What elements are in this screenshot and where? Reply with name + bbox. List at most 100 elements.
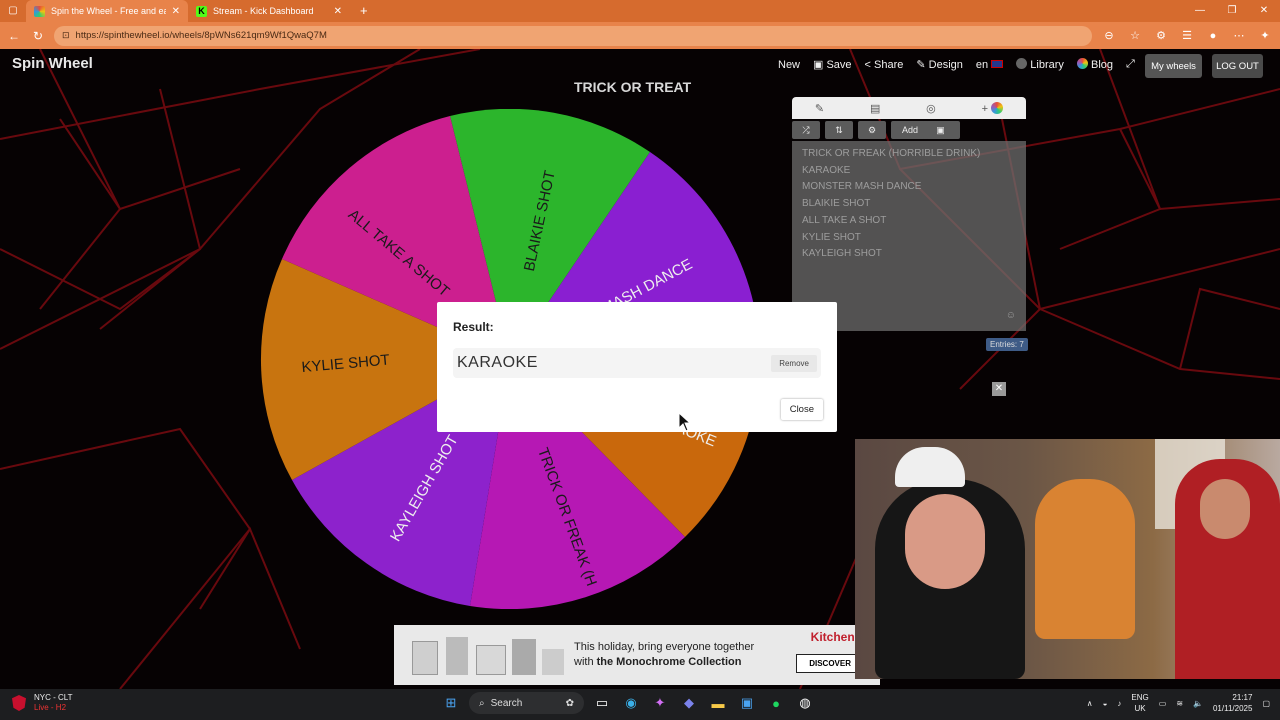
new-tab-button[interactable]: + <box>350 0 378 22</box>
tab-actions-icon[interactable]: ▢ <box>0 0 26 22</box>
clock[interactable]: 21:17 01/11/2025 <box>1213 692 1252 714</box>
tab-kick-dashboard[interactable]: K Stream - Kick Dashboard ✕ <box>188 0 350 22</box>
pencil-tab-icon[interactable]: ✎ <box>815 102 824 115</box>
ad-line2-bold: the Monochrome Collection <box>596 656 742 668</box>
image-icon: ▣ <box>926 121 955 139</box>
site-logo[interactable]: Spin Wheel <box>12 55 93 72</box>
language-indicator[interactable]: ENG UK <box>1131 692 1148 714</box>
result-value: KARAOKE <box>457 354 538 371</box>
url-field[interactable]: ⊡ https://spinthewheel.io/wheels/8pWNs62… <box>54 25 1092 46</box>
profile-avatar-icon[interactable]: ● <box>1204 30 1222 42</box>
my-wheels-button[interactable]: My wheels <box>1145 54 1202 78</box>
taskbar-search[interactable]: ⌕ Search ✿ <box>469 692 584 714</box>
nav-share[interactable]: < Share <box>865 59 904 71</box>
ad-banner[interactable]: This holiday, bring everyone together wi… <box>394 625 880 685</box>
display-icon[interactable]: ▭ <box>1159 698 1167 709</box>
file-explorer-icon[interactable]: ▬ <box>707 692 729 714</box>
url-text: https://spinthewheel.io/wheels/8pWNs621q… <box>75 30 327 41</box>
add-tab-icon[interactable]: + <box>982 101 1004 115</box>
nav-design[interactable]: ✎ Design <box>916 58 963 71</box>
shuffle-icon[interactable]: ⤮ <box>792 121 820 139</box>
globe-icon <box>1016 58 1028 69</box>
browser-tab-bar: ▢ Spin the Wheel - Free and easy-t ✕ K S… <box>0 0 1280 22</box>
entry-line: KYLIE SHOT <box>802 231 861 243</box>
clock-date: 01/11/2025 <box>1212 704 1253 713</box>
entries-editor: ✎ ▤ ◎ + ⤮ ⇅ ⚙ Add ▣ TRICK OR FREAK (HORR… <box>792 97 1026 331</box>
clipboard-tab-icon[interactable]: ▤ <box>870 102 880 115</box>
spinwheel-favicon-icon <box>34 5 45 17</box>
maximize-icon[interactable]: ❐ <box>1216 0 1248 22</box>
entry-line: ALL TAKE A SHOT <box>802 214 887 226</box>
ad-line2: with the Monochrome Collection <box>574 655 784 670</box>
extensions-icon[interactable]: ⚙ <box>1152 29 1170 42</box>
close-overlay-icon[interactable]: ✕ <box>992 382 1006 396</box>
nav-save[interactable]: ▣ Save <box>813 58 852 71</box>
edge-browser-icon[interactable]: ◉ <box>620 692 642 714</box>
close-window-icon[interactable]: ✕ <box>1248 0 1280 22</box>
emoji-icon[interactable]: ☺ <box>1006 308 1016 325</box>
hide-eye-tab-icon[interactable]: ◎ <box>926 102 936 115</box>
blog-wheel-icon <box>1076 58 1088 69</box>
share-icon: < <box>864 58 875 71</box>
lang-code: ENG <box>1131 693 1149 702</box>
logout-button[interactable]: LOG OUT <box>1212 54 1263 78</box>
tab-title: Stream - Kick Dashboard <box>213 6 314 16</box>
fullscreen-icon[interactable]: ⤢ <box>1126 58 1135 71</box>
minimize-icon[interactable]: — <box>1184 0 1216 22</box>
network-icon[interactable]: ◒ <box>1103 698 1108 709</box>
result-label: Result: <box>453 320 494 334</box>
teams-icon[interactable]: ◆ <box>678 692 700 714</box>
sort-icon[interactable]: ⇅ <box>825 121 853 139</box>
task-view-icon[interactable]: ▭ <box>591 692 613 714</box>
webcam-overlay <box>855 439 1280 679</box>
nav-blog[interactable]: Blog <box>1076 58 1114 71</box>
close-tab-icon[interactable]: ✕ <box>334 6 342 17</box>
top-navigation: New ▣ Save < Share ✎ Design en Library B… <box>778 58 1135 71</box>
ad-discover-button[interactable]: DISCOVER <box>796 654 864 673</box>
web-page: Spin Wheel New ▣ Save < Share ✎ Design e… <box>0 49 1280 689</box>
read-aloud-icon[interactable]: ⊖ <box>1100 29 1118 42</box>
close-tab-icon[interactable]: ✕ <box>172 6 180 17</box>
pencil-icon: ✎ <box>916 59 929 71</box>
sports-status: Live - H2 <box>34 703 67 712</box>
notifications-icon[interactable]: ▢ <box>1262 698 1270 709</box>
favorite-star-icon[interactable]: ☆ <box>1126 29 1144 42</box>
team-logo-icon <box>12 695 26 711</box>
result-dialog: Result: KARAOKE Remove Close <box>437 302 837 432</box>
close-button[interactable]: Close <box>780 399 823 420</box>
collections-icon[interactable]: ☰ <box>1178 29 1196 42</box>
site-info-icon[interactable]: ⊡ <box>62 30 70 41</box>
settings-gear-icon[interactable]: ⚙ <box>858 121 886 139</box>
mic-icon[interactable]: ♪ <box>1117 698 1121 709</box>
copilot-icon[interactable]: ✦ <box>1256 29 1274 42</box>
remove-button[interactable]: Remove <box>771 354 817 372</box>
wifi-icon[interactable]: ≋ <box>1176 698 1183 709</box>
copilot-app-icon[interactable]: ✦ <box>649 692 671 714</box>
tray-overflow-icon[interactable]: ∧ <box>1087 698 1093 709</box>
nav-new[interactable]: New <box>778 59 800 71</box>
spotify-icon[interactable]: ● <box>765 692 787 714</box>
entry-line: KAYLEIGH SHOT <box>802 248 882 260</box>
address-bar: ← ↻ ⊡ https://spinthewheel.io/wheels/8pW… <box>0 22 1280 49</box>
entry-line: BLAIKIE SHOT <box>802 198 871 210</box>
volume-icon[interactable]: 🔈 <box>1193 698 1203 709</box>
tab-spin-the-wheel[interactable]: Spin the Wheel - Free and easy-t ✕ <box>26 0 188 22</box>
nav-library[interactable]: Library <box>1016 58 1064 71</box>
windows-taskbar: NYC - CLT Live - H2 ⊞ ⌕ Search ✿ ▭ ◉ ✦ ◆… <box>0 689 1280 720</box>
ad-line2-prefix: with <box>574 656 594 668</box>
search-label: Search <box>490 697 523 709</box>
nav-blog-label: Blog <box>1090 59 1114 71</box>
search-highlight-icon: ✿ <box>565 697 574 709</box>
nav-language[interactable]: en <box>976 59 1004 71</box>
obs-icon[interactable]: ◍ <box>794 692 816 714</box>
windows-start-icon[interactable]: ⊞ <box>440 692 462 714</box>
editor-toolbar: ⤮ ⇅ ⚙ Add ▣ <box>792 119 1026 141</box>
sports-teams: NYC - CLT <box>34 693 73 702</box>
refresh-icon[interactable]: ↻ <box>30 29 46 43</box>
editor-tabs: ✎ ▤ ◎ + <box>792 97 1026 119</box>
more-menu-icon[interactable]: ⋯ <box>1230 29 1248 42</box>
back-icon[interactable]: ← <box>6 29 22 43</box>
sports-widget[interactable]: NYC - CLT Live - H2 <box>12 693 73 713</box>
store-icon[interactable]: ▣ <box>736 692 758 714</box>
add-image-button[interactable]: Add ▣ <box>891 121 960 139</box>
